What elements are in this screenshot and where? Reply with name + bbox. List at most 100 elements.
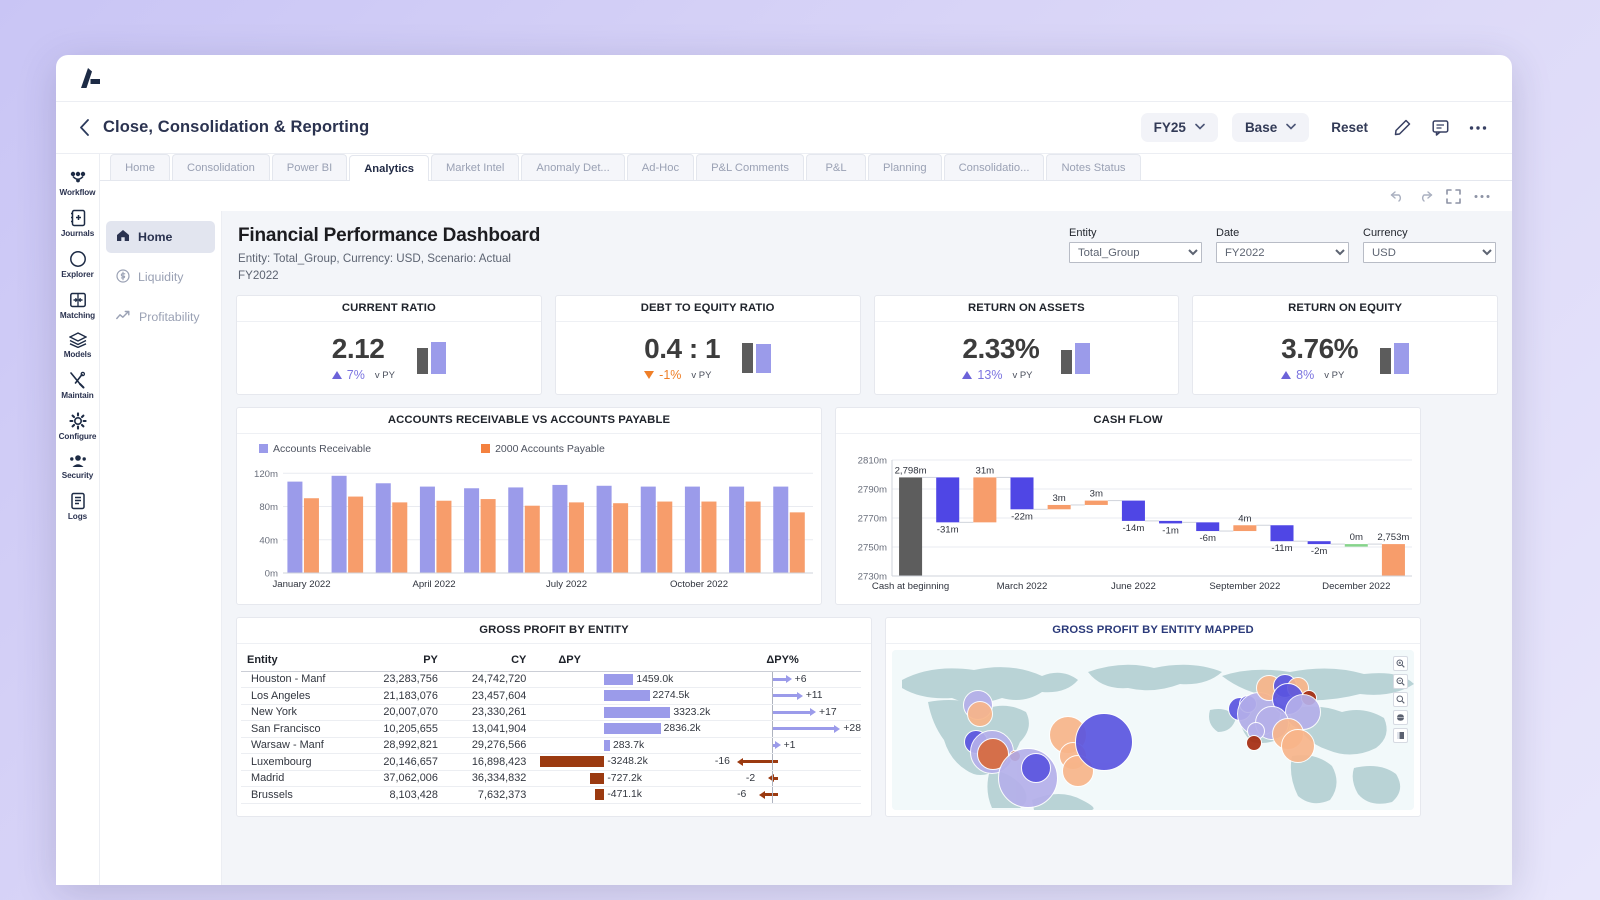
sidebar-item-home[interactable]: Home xyxy=(106,221,215,253)
legend-item-receivable[interactable]: Accounts Receivable xyxy=(259,443,371,455)
undo-icon[interactable] xyxy=(1390,190,1405,202)
col-entity[interactable]: Entity xyxy=(241,648,355,672)
svg-text:2790m: 2790m xyxy=(858,484,887,495)
rail-item-logs[interactable]: Logs xyxy=(56,486,100,525)
zoom-in-icon[interactable] xyxy=(1393,656,1408,671)
col-dpypct[interactable]: ΔPY% xyxy=(710,648,861,672)
table-row[interactable]: Madrid37,062,00636,334,832-727.2k-2 xyxy=(241,770,861,787)
cell-py: 8,103,428 xyxy=(355,787,443,804)
cell-dpypct: +6 xyxy=(710,671,861,688)
chart-card-gross-profit-map[interactable]: GROSS PROFIT BY ENTITY MAPPED xyxy=(885,617,1421,817)
kpi-card-current-ratio[interactable]: CURRENT RATIO 2.12 7% v PY xyxy=(236,295,542,395)
tab-pl-comments[interactable]: P&L Comments xyxy=(696,154,804,180)
rail-label: Maintain xyxy=(61,391,93,400)
kpi-card-debt-to-equity[interactable]: DEBT TO EQUITY RATIO 0.4 : 1 -1% v PY xyxy=(555,295,861,395)
map-bubble[interactable] xyxy=(1021,753,1051,783)
redo-icon[interactable] xyxy=(1418,190,1433,202)
filter-label: Date xyxy=(1216,227,1349,239)
tab-strip: Home Consolidation Power BI Analytics Ma… xyxy=(100,154,1512,181)
reset-button[interactable]: Reset xyxy=(1323,120,1376,135)
kpi-delta-value: 7% xyxy=(347,368,365,382)
tab-analytics[interactable]: Analytics xyxy=(349,155,429,181)
legend-label: 2000 Accounts Payable xyxy=(495,443,605,455)
back-chevron-icon[interactable] xyxy=(74,118,94,138)
chart-card-cash-flow[interactable]: CASH FLOW 2730m2750m2770m2790m2810m2,798… xyxy=(835,407,1421,605)
entity-select[interactable]: Total_Group xyxy=(1069,242,1202,263)
currency-select[interactable]: USD xyxy=(1363,242,1496,263)
rail-item-journals[interactable]: Journals xyxy=(56,203,100,242)
rail-item-maintain[interactable]: Maintain xyxy=(56,365,100,404)
dashboard-nav: Home Liquidity Profitability xyxy=(100,211,222,885)
kpi-card-return-on-equity[interactable]: RETURN ON EQUITY 3.76% 8% v PY xyxy=(1192,295,1498,395)
more-options-icon[interactable] xyxy=(1466,116,1490,140)
anaplan-logo-icon[interactable] xyxy=(78,67,104,89)
map-bubble[interactable] xyxy=(967,701,993,727)
breadcrumb-bar: Close, Consolidation & Reporting FY25 Ba… xyxy=(56,102,1512,154)
comment-icon[interactable] xyxy=(1428,116,1452,140)
tab-notes-status[interactable]: Notes Status xyxy=(1046,154,1140,180)
search-icon[interactable] xyxy=(1393,692,1408,707)
zoom-out-icon[interactable] xyxy=(1393,674,1408,689)
col-cy[interactable]: CY xyxy=(444,648,532,672)
sidebar-item-liquidity[interactable]: Liquidity xyxy=(106,261,215,293)
rail-item-workflow[interactable]: Workflow xyxy=(56,164,100,201)
table-row[interactable]: Brussels8,103,4287,632,373-471.1k-6 xyxy=(241,787,861,804)
fiscal-year-dropdown[interactable]: FY25 xyxy=(1141,113,1218,142)
rail-label: Workflow xyxy=(60,188,96,197)
table-row[interactable]: Warsaw - Manf28,992,82129,276,566283.7k+… xyxy=(241,737,861,754)
chart-card-gross-profit-table[interactable]: GROSS PROFIT BY ENTITY Entity PY CY ΔPY … xyxy=(236,617,872,817)
rail-item-matching[interactable]: Matching xyxy=(56,285,100,324)
ar-ap-chart-body: Accounts Receivable 2000 Accounts Payabl… xyxy=(237,434,821,610)
version-value: Base xyxy=(1245,120,1277,135)
sidebar-item-profitability[interactable]: Profitability xyxy=(106,301,215,333)
rail-item-security[interactable]: Security xyxy=(56,447,100,484)
tab-power-bi[interactable]: Power BI xyxy=(272,154,347,180)
table-row[interactable]: San Francisco10,205,65513,041,9042836.2k… xyxy=(241,721,861,738)
kpi-card-return-on-assets[interactable]: RETURN ON ASSETS 2.33% 13% v PY xyxy=(874,295,1180,395)
bottom-row: GROSS PROFIT BY ENTITY Entity PY CY ΔPY … xyxy=(236,617,1498,817)
map-bubble[interactable] xyxy=(1281,729,1315,763)
legend-item-payable[interactable]: 2000 Accounts Payable xyxy=(481,443,605,455)
tab-consolidation[interactable]: Consolidation xyxy=(172,154,270,180)
map-bubble[interactable] xyxy=(1075,713,1133,771)
chart-card-ar-vs-ap[interactable]: ACCOUNTS RECEIVABLE VS ACCOUNTS PAYABLE … xyxy=(236,407,822,605)
kpi-value: 2.12 xyxy=(332,334,385,363)
cell-dpy: 3323.2k xyxy=(532,704,710,721)
version-dropdown[interactable]: Base xyxy=(1232,113,1309,142)
rail-label: Configure xyxy=(59,432,97,441)
layers-icon[interactable] xyxy=(1393,728,1408,743)
col-dpy[interactable]: ΔPY xyxy=(532,648,710,672)
dashboard-subtitle: Entity: Total_Group, Currency: USD, Scen… xyxy=(238,251,540,285)
kpi-title: RETURN ON ASSETS xyxy=(875,296,1179,322)
canvas-toolbar xyxy=(100,181,1512,211)
fullscreen-icon[interactable] xyxy=(1446,189,1461,204)
tab-consolidation-2[interactable]: Consolidatio... xyxy=(944,154,1045,180)
table-row[interactable]: Luxembourg20,146,65716,898,423-3248.2k-1… xyxy=(241,754,861,771)
tab-ad-hoc[interactable]: Ad-Hoc xyxy=(627,154,694,180)
rail-item-models[interactable]: Models xyxy=(56,326,100,363)
more-options-icon[interactable] xyxy=(1474,194,1490,199)
tab-pl[interactable]: P&L xyxy=(806,154,866,180)
rail-item-configure[interactable]: Configure xyxy=(56,406,100,445)
tab-anomaly-detection[interactable]: Anomaly Det... xyxy=(521,154,624,180)
tab-market-intel[interactable]: Market Intel xyxy=(431,154,519,180)
cell-dpypct: -6 xyxy=(710,787,861,804)
tab-home[interactable]: Home xyxy=(110,154,170,180)
tab-planning[interactable]: Planning xyxy=(868,154,942,180)
cell-cy: 7,632,373 xyxy=(444,787,532,804)
map-bubble[interactable] xyxy=(1246,735,1262,751)
col-py[interactable]: PY xyxy=(355,648,443,672)
globe-icon[interactable] xyxy=(1393,710,1408,725)
rail-item-explorer[interactable]: Explorer xyxy=(56,244,100,283)
svg-text:-11m: -11m xyxy=(1271,543,1292,554)
kpi-delta-value: 13% xyxy=(977,368,1002,382)
cell-py: 28,992,821 xyxy=(355,737,443,754)
edit-pencil-icon[interactable] xyxy=(1390,116,1414,140)
sidebar-item-label: Profitability xyxy=(139,310,200,324)
table-row[interactable]: New York20,007,07023,330,2613323.2k+17 xyxy=(241,704,861,721)
world-map[interactable] xyxy=(892,650,1414,810)
date-select[interactable]: FY2022 xyxy=(1216,242,1349,263)
triangle-up-icon xyxy=(1281,371,1291,379)
table-row[interactable]: Houston - Manf23,283,75624,742,7201459.0… xyxy=(241,671,861,688)
table-row[interactable]: Los Angeles21,183,07623,457,6042274.5k+1… xyxy=(241,688,861,705)
